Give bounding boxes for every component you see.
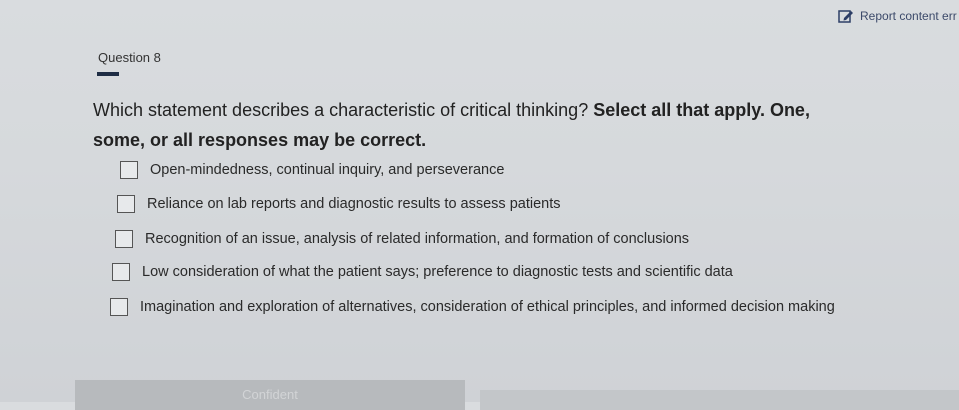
edit-icon xyxy=(838,8,854,24)
option-label: Open-mindedness, continual inquiry, and … xyxy=(150,162,505,178)
option-checkbox[interactable] xyxy=(115,230,133,248)
answer-option-3[interactable]: Recognition of an issue, analysis of rel… xyxy=(115,229,689,249)
option-label: Recognition of an issue, analysis of rel… xyxy=(145,231,690,247)
option-checkbox[interactable] xyxy=(120,161,138,179)
question-stem: Which statement describes a characterist… xyxy=(93,95,853,155)
option-label: Reliance on lab reports and diagnostic r… xyxy=(147,196,561,212)
option-checkbox[interactable] xyxy=(110,298,128,316)
option-checkbox[interactable] xyxy=(117,195,135,213)
question-number: Question 8 xyxy=(98,50,161,65)
report-content-label: Report content err xyxy=(860,9,957,23)
answer-option-4[interactable]: Low consideration of what the patient sa… xyxy=(112,262,733,282)
answer-option-1[interactable]: Open-mindedness, continual inquiry, and … xyxy=(120,160,504,180)
answer-option-5[interactable]: Imagination and exploration of alternati… xyxy=(110,297,870,317)
option-label: Low consideration of what the patient sa… xyxy=(142,264,733,280)
confidence-button[interactable]: Confident xyxy=(75,380,465,410)
answer-option-2[interactable]: Reliance on lab reports and diagnostic r… xyxy=(117,194,560,214)
question-indicator-bar xyxy=(97,72,119,76)
option-label: Imagination and exploration of alternati… xyxy=(140,299,835,315)
footer-panel xyxy=(480,390,959,410)
report-content-link[interactable]: Report content err xyxy=(838,8,957,24)
option-checkbox[interactable] xyxy=(112,263,130,281)
question-text: Which statement describes a characterist… xyxy=(93,100,589,120)
